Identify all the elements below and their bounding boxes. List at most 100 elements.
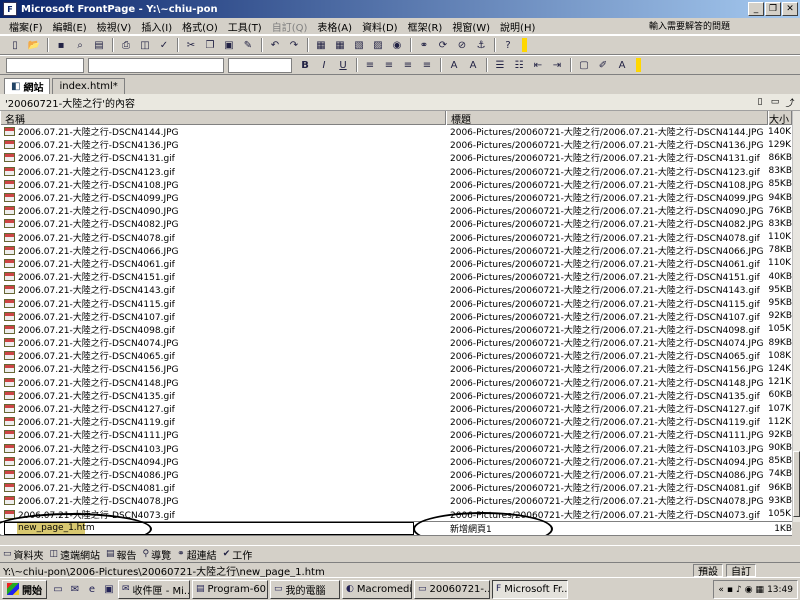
file-row[interactable]: 2006.07.21-大陸之行-DSCN4135.gif 2006-Picture… (0, 389, 792, 402)
task-macromedia[interactable]: ◐Macromedia... (342, 579, 412, 599)
hyperlink-toolbar-icon[interactable]: ⚭ (415, 37, 433, 53)
file-row[interactable]: 2006.07.21-大陸之行-DSCN4086.JPG 2006-Picture… (0, 468, 792, 481)
file-row[interactable]: 2006.07.21-大陸之行-DSCN4098.gif 2006-Picture… (0, 323, 792, 336)
insert-table-icon[interactable]: ▦ (331, 37, 349, 53)
view-tab-4[interactable]: ⚭ 超連結 (177, 547, 217, 562)
file-row[interactable]: 2006.07.21-大陸之行-DSCN4151.gif 2006-Picture… (0, 270, 792, 283)
insert-layer-icon[interactable]: ▧ (350, 37, 368, 53)
status-custom-mode[interactable]: 自訂 (726, 563, 756, 578)
clock[interactable]: 13:49 (767, 585, 793, 595)
open-icon[interactable]: 📂 (25, 37, 43, 53)
outlook-icon[interactable]: ✉ (67, 581, 83, 597)
increase-indent-icon[interactable]: ⇥ (548, 57, 566, 73)
antivirus-icon[interactable]: ◉ (745, 585, 753, 595)
font-dropdown[interactable] (88, 57, 224, 73)
close-button[interactable]: ✕ (782, 2, 798, 16)
task-folder[interactable]: ▭ 20060721-... (414, 579, 490, 599)
undo-icon[interactable]: ↶ (266, 37, 284, 53)
stop-icon[interactable]: ⊘ (453, 37, 471, 53)
new-page-icon[interactable]: ▯ (6, 37, 24, 53)
status-default-mode[interactable]: 預設 (693, 563, 723, 578)
vertical-scrollbar[interactable] (792, 111, 800, 522)
search-icon[interactable]: ⌕ (71, 37, 89, 53)
menu-format[interactable]: 格式(O) (177, 19, 223, 34)
menu-table[interactable]: 表格(A) (312, 19, 357, 34)
up-folder-icon[interactable]: ⤴ (784, 96, 796, 109)
decrease-indent-icon[interactable]: ⇤ (529, 57, 547, 73)
copy-icon[interactable]: ❐ (201, 37, 219, 53)
column-title[interactable]: 標題 (446, 111, 768, 125)
maximize-button[interactable]: ❐ (765, 2, 781, 16)
column-name[interactable]: 名稱 (0, 111, 446, 125)
file-row[interactable]: 2006.07.21-大陸之行-DSCN4111.JPG 2006-Picture… (0, 428, 792, 441)
justify-icon[interactable]: ≡ (418, 57, 436, 73)
spelling-icon[interactable]: ✓ (155, 37, 173, 53)
help-icon[interactable]: ? (499, 37, 517, 53)
file-row[interactable]: 2006.07.21-大陸之行-DSCN4082.JPG 2006-Picture… (0, 217, 792, 230)
view-tab-0[interactable]: ▭ 資料夾 (3, 547, 44, 562)
file-row[interactable]: 2006.07.21-大陸之行-DSCN4099.JPG 2006-Picture… (0, 191, 792, 204)
desktop-icon[interactable]: ▭ (50, 581, 66, 597)
new-page-icon[interactable]: ▯ (754, 96, 766, 108)
menu-data[interactable]: 資料(D) (357, 19, 403, 34)
column-size[interactable]: 大小 (768, 111, 792, 125)
input-method-icon[interactable]: ▦ (756, 585, 765, 595)
view-tab-3[interactable]: ⚲ 導覽 (143, 547, 172, 562)
file-row[interactable]: 2006.07.21-大陸之行-DSCN4127.gif 2006-Picture… (0, 402, 792, 415)
file-row[interactable]: 2006.07.21-大陸之行-DSCN4094.JPG 2006-Picture… (0, 455, 792, 468)
file-row[interactable]: 2006.07.21-大陸之行-DSCN4131.gif 2006-Picture… (0, 151, 792, 164)
view-tab-2[interactable]: ▤ 報告 (106, 547, 137, 562)
align-center-icon[interactable]: ≡ (380, 57, 398, 73)
tab-index-html[interactable]: index.html* (52, 78, 125, 94)
file-row[interactable]: 2006.07.21-大陸之行-DSCN4136.JPG 2006-Picture… (0, 138, 792, 151)
explorer-icon[interactable]: ▣ (101, 581, 117, 597)
task-my-computer[interactable]: ▭ 我的電腦 (270, 579, 340, 599)
underline-icon[interactable]: U (334, 57, 352, 73)
bold-icon[interactable]: B (296, 57, 314, 73)
file-row[interactable]: 2006.07.21-大陸之行-DSCN4148.JPG 2006-Picture… (0, 376, 792, 389)
refresh-icon[interactable]: ⟳ (434, 37, 452, 53)
format-painter-icon[interactable]: ✎ (239, 37, 257, 53)
scrollbar-thumb[interactable] (793, 451, 800, 517)
file-row[interactable]: 2006.07.21-大陸之行-DSCN4066.JPG 2006-Picture… (0, 244, 792, 257)
help-question-input[interactable]: 輸入需要解答的問題 (649, 19, 730, 32)
file-row[interactable]: 2006.07.21-大陸之行-DSCN4103.JPG 2006-Picture… (0, 442, 792, 455)
view-tab-1[interactable]: ◫ 遠端網站 (50, 547, 101, 562)
file-row[interactable]: 2006.07.21-大陸之行-DSCN4108.JPG 2006-Picture… (0, 178, 792, 191)
new-folder-icon[interactable]: ▭ (769, 96, 781, 108)
numbering-icon[interactable]: ☰ (491, 57, 509, 73)
menu-help[interactable]: 說明(H) (495, 19, 540, 34)
font-color-icon[interactable]: A (613, 57, 631, 73)
file-list[interactable]: 2006.07.21-大陸之行-DSCN4144.JPG 2006-Picture… (0, 125, 792, 521)
toolbar-options-icon[interactable] (636, 58, 641, 72)
anchor-icon[interactable]: ⚓ (472, 37, 490, 53)
menu-tools[interactable]: 工具(T) (223, 19, 267, 34)
frontpage-app-icon[interactable]: F (3, 2, 17, 16)
file-row[interactable]: 2006.07.21-大陸之行-DSCN4143.gif 2006-Picture… (0, 283, 792, 296)
menu-edit[interactable]: 編輯(E) (48, 19, 92, 34)
paste-icon[interactable]: ▣ (220, 37, 238, 53)
file-row[interactable]: 2006.07.21-大陸之行-DSCN4078.JPG 2006-Picture… (0, 494, 792, 507)
file-row[interactable]: 2006.07.21-大陸之行-DSCN4074.JPG 2006-Picture… (0, 336, 792, 349)
network-icon[interactable]: ▪ (727, 585, 733, 595)
file-row[interactable]: 2006.07.21-大陸之行-DSCN4090.JPG 2006-Picture… (0, 204, 792, 217)
file-row[interactable]: 2006.07.21-大陸之行-DSCN4119.gif 2006-Picture… (0, 415, 792, 428)
borders-icon[interactable]: ▢ (575, 57, 593, 73)
volume-icon[interactable]: ♪ (736, 585, 742, 595)
publish-icon[interactable]: ▤ (90, 37, 108, 53)
drawing-icon[interactable]: ◉ (388, 37, 406, 53)
insert-picture-icon[interactable]: ▨ (369, 37, 387, 53)
menu-file[interactable]: 檔案(F) (4, 19, 48, 34)
style-dropdown[interactable] (6, 57, 84, 73)
menu-view[interactable]: 檢視(V) (92, 19, 137, 34)
save-icon[interactable]: ▪ (52, 37, 70, 53)
highlight-icon[interactable]: ✐ (594, 57, 612, 73)
align-right-icon[interactable]: ≡ (399, 57, 417, 73)
decrease-font-icon[interactable]: A (464, 57, 482, 73)
start-button[interactable]: 開始 (2, 579, 47, 599)
menu-custom[interactable]: 自訂(Q) (267, 19, 313, 34)
task-inbox[interactable]: ✉ 收件匣 - Mi... (118, 579, 190, 599)
ie-icon[interactable]: e (84, 581, 100, 597)
file-row[interactable]: 2006.07.21-大陸之行-DSCN4065.gif 2006-Picture… (0, 349, 792, 362)
file-row[interactable]: 2006.07.21-大陸之行-DSCN4123.gif 2006-Picture… (0, 165, 792, 178)
